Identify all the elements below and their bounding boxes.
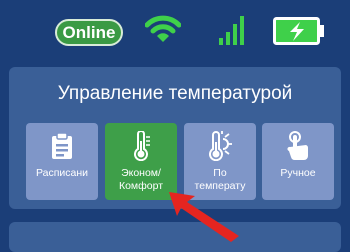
thermometer-sun-icon xyxy=(209,131,232,161)
tile-label: Расписани xyxy=(35,167,89,179)
status-bar: Online xyxy=(0,0,350,62)
tile-label: Ручное xyxy=(280,167,316,179)
hand-pointer-icon xyxy=(287,131,309,161)
tile-schedule[interactable]: Расписани xyxy=(26,123,98,200)
wifi-icon xyxy=(145,15,181,42)
red-arrow-icon xyxy=(169,192,239,242)
clipboard-icon xyxy=(52,132,72,159)
panel-title: Управление температурой xyxy=(57,83,293,104)
tile-manual[interactable]: Ручное xyxy=(262,123,334,200)
thermometer-icon xyxy=(134,131,150,161)
online-badge: Online xyxy=(55,19,123,46)
signal-bars-icon xyxy=(219,16,244,45)
battery-charging-icon xyxy=(273,17,324,45)
